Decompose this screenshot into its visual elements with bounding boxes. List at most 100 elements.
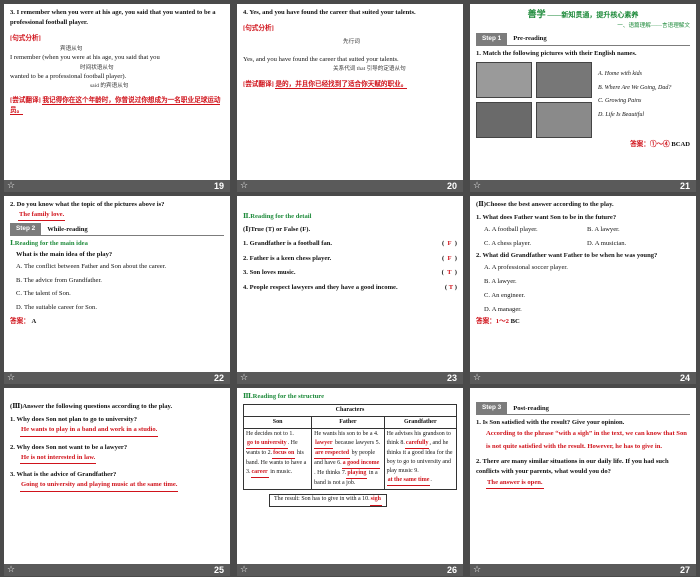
q1-option-b: B. A lawyer. (587, 226, 620, 234)
answer-2: The answer is open. (486, 478, 544, 489)
star-icon[interactable]: ☆ (240, 372, 248, 384)
slide-23[interactable]: Ⅱ.Reading for the detail (Ⅰ)True (T) or … (237, 196, 463, 384)
tf-item-2: 2. Father is a keen chess player. ( F ) (243, 254, 457, 262)
question-1: 1. What does Father want Son to be in th… (476, 214, 617, 222)
slide-footer: ☆ 23 (237, 372, 463, 384)
instruction: (Ⅲ)Answer the following questions accord… (10, 403, 173, 410)
option-d: D. The suitable career for Son. (16, 304, 97, 312)
table-title: Characters (243, 404, 457, 418)
answer: BCAD (671, 140, 690, 148)
option-b: B. The advice from Grandfather. (16, 276, 102, 284)
sentence: 3. I remember when you were at his age, … (10, 9, 216, 27)
slide-19[interactable]: 3. I remember when you were at his age, … (4, 4, 230, 192)
step-header: Step 1 Pre-reading (476, 32, 690, 46)
sentence: 4. Yes, and you have found the career th… (243, 9, 416, 16)
option-c: C. Growing Pains (598, 98, 642, 105)
question-2: 2. There are many similar situations in … (476, 458, 669, 476)
slide-26[interactable]: Ⅲ.Reading for the structure Characters S… (237, 388, 463, 576)
star-icon[interactable]: ☆ (473, 372, 481, 384)
slide-footer: ☆ 21 (470, 180, 696, 192)
slide-footer: ☆ 24 (470, 372, 696, 384)
slide-20[interactable]: 4. Yes, and you have found the career th… (237, 4, 463, 192)
blank-1[interactable]: go to university (246, 439, 288, 450)
structure-table: Characters Son Father Grandfather He dec… (243, 404, 457, 491)
answer-1: According to the phrase “with a sigh” in… (486, 430, 687, 450)
blank-10[interactable]: sigh (369, 495, 382, 506)
question: What is the main idea of the play? (16, 250, 113, 258)
blank-5[interactable]: are respected (314, 449, 351, 460)
analysis-label: [句式分析] (243, 25, 274, 33)
note-mid: 时间状语从句 (80, 64, 114, 71)
question-3: 3. What is the advice of Grandfather? (10, 471, 117, 479)
answer-label: 答案：①～④ (630, 140, 670, 148)
page-number: 27 (679, 565, 690, 575)
star-icon[interactable]: ☆ (7, 180, 15, 192)
photo-4 (536, 101, 592, 138)
answer: BC (510, 317, 520, 325)
note-bottom: 关系代词 that 引导的定语从句 (333, 66, 406, 73)
star-icon[interactable]: ☆ (240, 180, 248, 192)
step-header: Step 3 Post-reading (476, 402, 690, 415)
instruction: (Ⅱ)Choose the best answer according to t… (476, 201, 614, 208)
blank-6[interactable]: a good income (341, 459, 381, 470)
slide-22[interactable]: 2. Do you know what the topic of the pic… (4, 196, 230, 384)
tf-item-1: 1. Grandfather is a football fan. ( F ) (243, 240, 457, 248)
slide-21[interactable]: 善学 ——新知贯通，提升核心素养 一、语篇理解——言语理解文 Step 1 Pr… (470, 4, 696, 192)
star-icon[interactable]: ☆ (473, 564, 481, 576)
slide-24[interactable]: (Ⅱ)Choose the best answer according to t… (470, 196, 696, 384)
parse-line: Yes, and you have found the career that … (243, 56, 399, 64)
slide-footer: ☆ 27 (470, 564, 696, 576)
page-number: 20 (446, 181, 457, 191)
star-icon[interactable]: ☆ (7, 372, 15, 384)
question-2: 2. What did Grandfather want Father to b… (476, 252, 658, 260)
option-b: B. Where Are We Going, Dad? (598, 84, 672, 91)
photo-1 (476, 61, 532, 98)
blank-4[interactable]: lawyer (314, 439, 334, 450)
option-c: C. The talent of Son. (16, 290, 71, 298)
translation-label: [尝试翻译] (10, 97, 41, 105)
question-1: 1. Why does Son not plan to go to univer… (10, 416, 138, 424)
analysis-label: [句式分析] (10, 35, 41, 43)
question-2: 2. Do you know what the topic of the pic… (10, 201, 165, 208)
q1-option-a: A. A football player. (484, 226, 538, 234)
page-number: 25 (213, 565, 224, 575)
photo-3 (476, 101, 532, 138)
cell-son: He decides not to 1.go to university. He… (243, 428, 313, 491)
photo-2 (536, 61, 592, 98)
q2-option-c: C. An engineer. (484, 292, 526, 300)
blank-3[interactable]: career (250, 468, 269, 479)
blank-7[interactable]: playing (346, 469, 368, 480)
step-label: While-reading (47, 226, 88, 234)
slide-27[interactable]: Step 3 Post-reading 1. Is Son satisfied … (470, 388, 696, 576)
tf-item-4: 4. People respect lawyers and they have … (243, 283, 457, 291)
parse-line-2: wanted to be a professional football pla… (10, 73, 127, 81)
slide-25[interactable]: (Ⅲ)Answer the following questions accord… (4, 388, 230, 576)
tf-mark: T (447, 269, 452, 277)
banner-main: 善学 (527, 9, 546, 19)
section-title: Ⅰ.Reading for the main idea (10, 240, 88, 248)
header-father: Father (311, 416, 385, 430)
header-grandfather: Grandfather (383, 416, 457, 430)
cell-father: He wants his son to be a 4.lawyer becaus… (311, 428, 385, 491)
star-icon[interactable]: ☆ (240, 564, 248, 576)
step-label: Pre-reading (513, 35, 547, 43)
banner-sub: ——新知贯通，提升核心素养 (547, 11, 639, 19)
q2-option-d: D. A manager. (484, 305, 522, 313)
page-number: 26 (446, 565, 457, 575)
blank-8[interactable]: carefully (404, 439, 430, 450)
header-son: Son (243, 416, 313, 430)
star-icon[interactable]: ☆ (7, 564, 15, 576)
page-number: 23 (446, 373, 457, 383)
step-badge: Step 3 (476, 402, 508, 414)
star-icon[interactable]: ☆ (473, 180, 481, 192)
translation: 是的，并且你已经找到了适合你天赋的职业。 (275, 80, 408, 89)
blank-9[interactable]: at the same time (386, 476, 431, 487)
translation: 我记得你在这个年龄时，你曾说过你想成为一名职业足球运动员。 (10, 97, 221, 116)
tf-mark: T (448, 283, 454, 291)
banner-sub2: 一、语篇理解——言语理解文 (617, 22, 690, 29)
page-number: 24 (679, 373, 690, 383)
section-title: Ⅲ.Reading for the structure (243, 393, 325, 400)
answer-1: He wants to play in a band and work in a… (20, 425, 159, 437)
blank-2[interactable]: focus on (272, 449, 296, 460)
step-badge: Step 1 (476, 32, 508, 45)
